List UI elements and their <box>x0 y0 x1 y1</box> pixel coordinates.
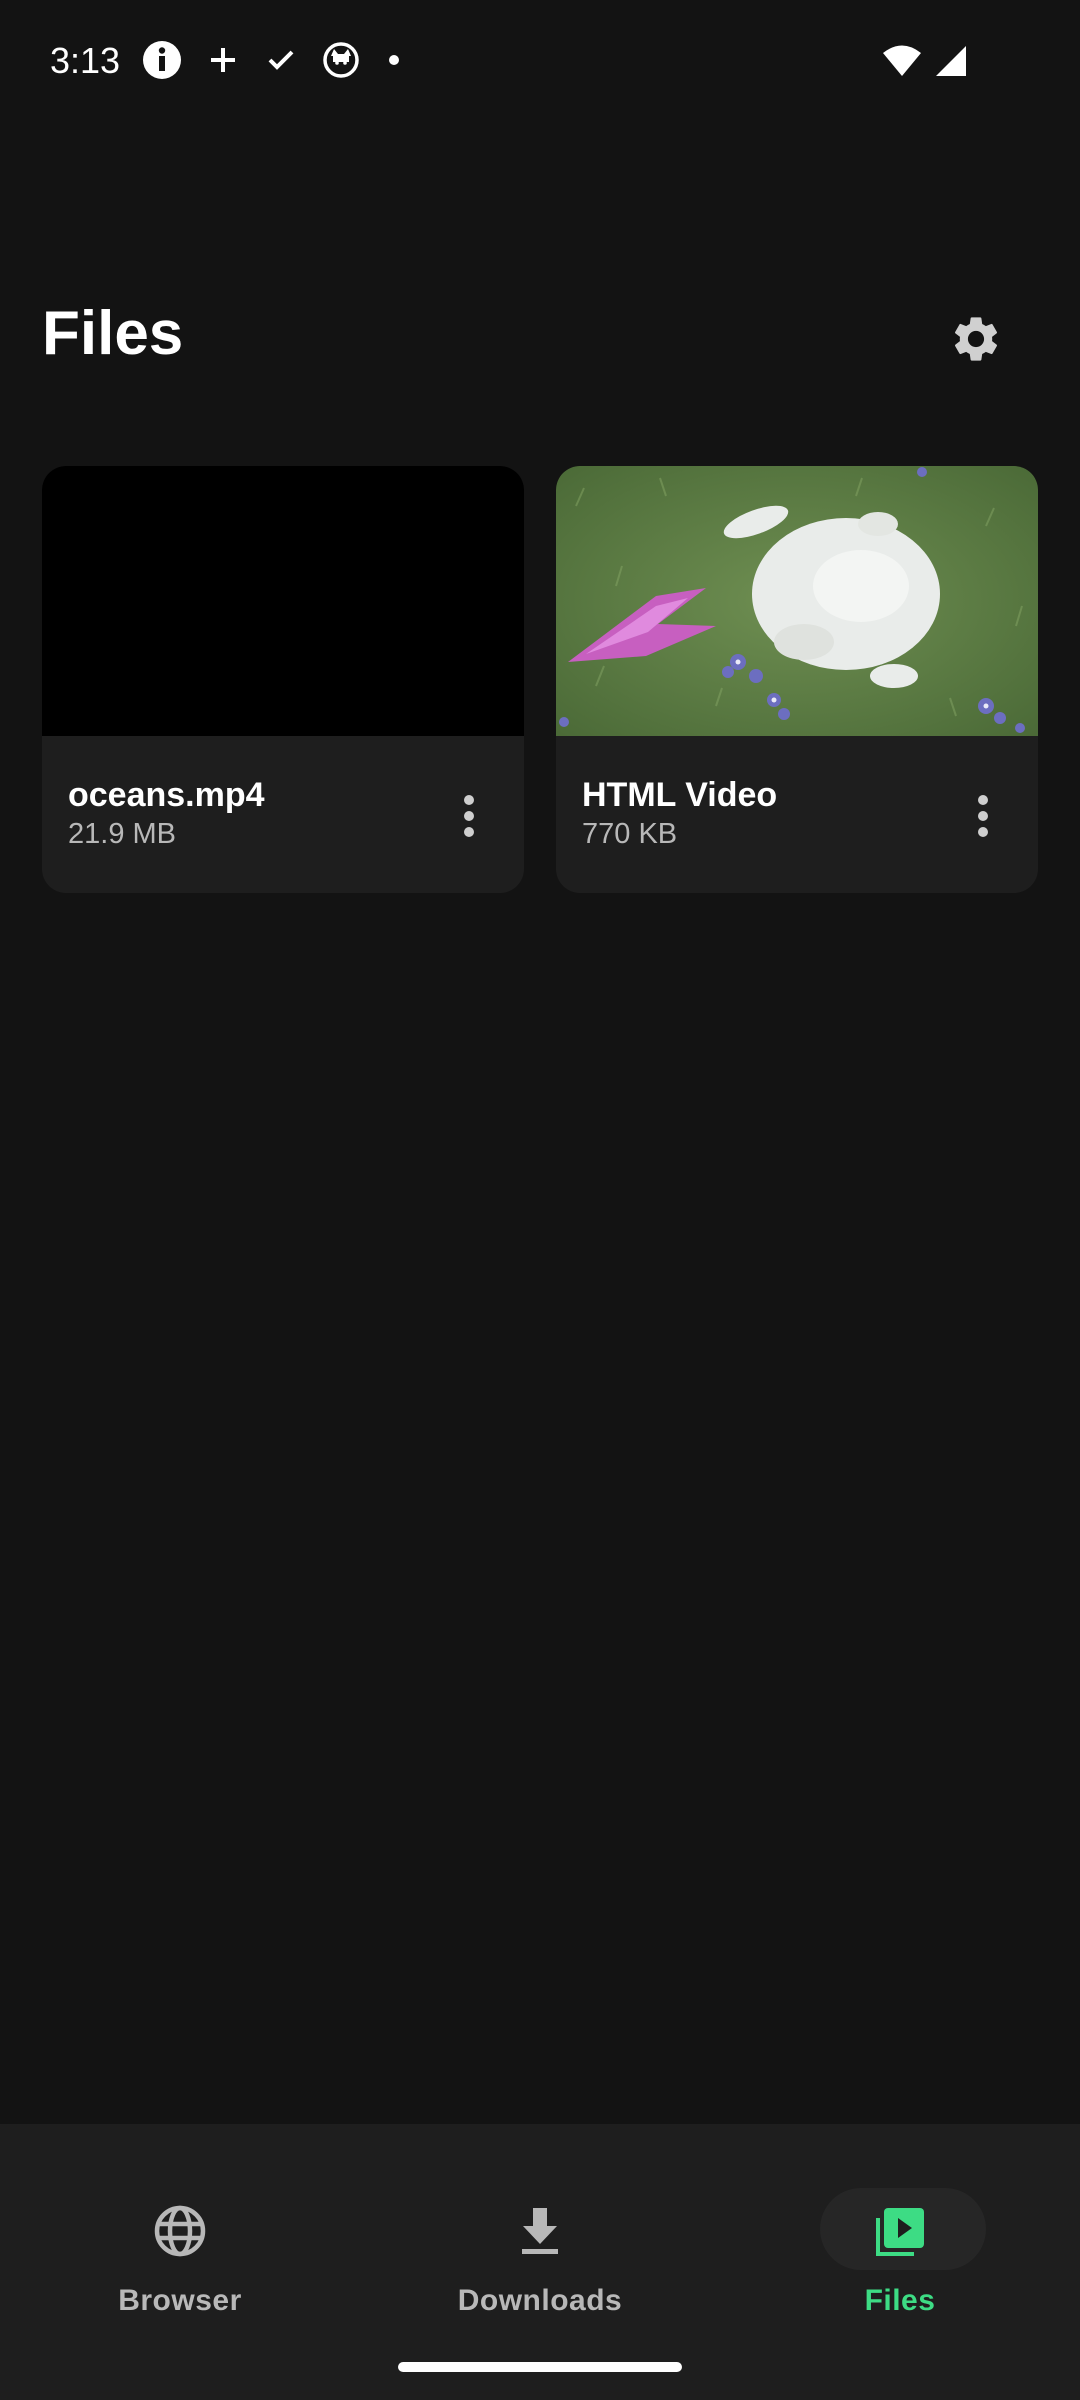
gear-icon <box>949 312 1003 371</box>
file-name: HTML Video <box>582 776 778 814</box>
file-card[interactable]: oceans.mp4 21.9 MB <box>42 466 524 893</box>
wifi-icon <box>882 44 922 83</box>
nav-item-downloads[interactable]: Downloads <box>360 2156 720 2317</box>
bottom-navigation: Browser Downloads Files <box>0 2124 1080 2400</box>
home-indicator[interactable] <box>398 2362 682 2372</box>
globe-icon <box>153 2204 207 2258</box>
page-title: Files <box>42 299 184 368</box>
more-options-button[interactable] <box>968 788 998 848</box>
settings-button[interactable] <box>945 310 1007 372</box>
signal-icon <box>934 44 968 83</box>
info-icon <box>142 40 182 80</box>
status-time: 3:13 <box>50 40 121 81</box>
video-thumbnail[interactable] <box>42 466 524 736</box>
nav-item-browser[interactable]: Browser <box>0 2156 360 2317</box>
nav-label: Files <box>864 2284 936 2317</box>
more-vert-icon <box>976 793 990 844</box>
file-size: 770 KB <box>582 818 678 850</box>
check-icon <box>264 43 298 77</box>
system-icons <box>882 44 968 83</box>
nav-label: Browser <box>118 2284 242 2317</box>
plus-icon <box>206 43 240 77</box>
status-bar: 3:13 <box>0 0 1080 128</box>
video-thumbnail[interactable] <box>556 466 1038 736</box>
file-size: 21.9 MB <box>68 818 176 850</box>
cat-icon <box>322 41 360 79</box>
notification-icons <box>142 40 404 80</box>
file-name: oceans.mp4 <box>68 776 265 814</box>
more-vert-icon <box>462 793 476 844</box>
more-options-button[interactable] <box>454 788 484 848</box>
dot-icon <box>384 50 404 70</box>
download-icon <box>513 2204 567 2258</box>
file-card[interactable]: HTML Video 770 KB <box>556 466 1038 893</box>
video-library-icon <box>872 2204 928 2258</box>
nav-label: Downloads <box>457 2284 623 2317</box>
nav-item-files[interactable]: Files <box>720 2156 1080 2317</box>
files-screen: 3:13 Files oceans.mp4 21.9 MB HTML Video… <box>0 0 1080 2400</box>
